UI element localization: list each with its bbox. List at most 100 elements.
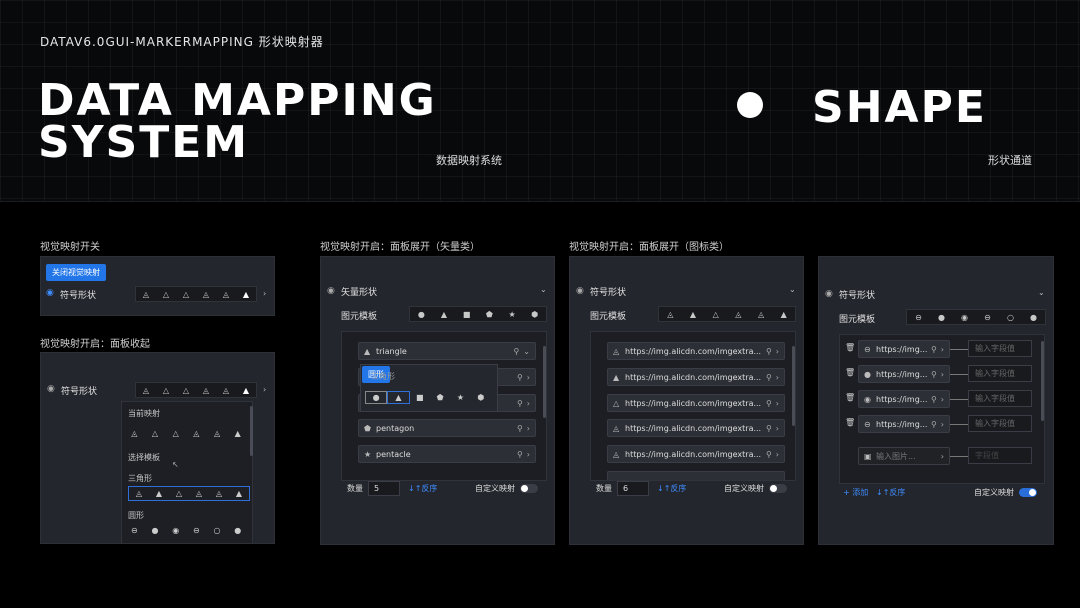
chevron-down-icon[interactable]: ⌄ xyxy=(540,285,547,294)
list-item[interactable]: ◬ https://img.alicdn.com/imgextra... ⚲ › xyxy=(607,419,785,437)
chevron-down-icon[interactable]: ⌄ xyxy=(789,285,796,294)
chevron-right-icon[interactable]: › xyxy=(776,424,779,433)
list-item[interactable]: ▲ https://img.alicdn.com/imgextra... ⚲ › xyxy=(607,368,785,386)
chevron-right-icon[interactable]: › xyxy=(527,424,530,433)
pin-icon[interactable]: ⚲ xyxy=(517,399,523,408)
pin-icon[interactable]: ⚲ xyxy=(766,373,772,382)
chevron-right-icon[interactable]: › xyxy=(527,450,530,459)
chevron-right-icon[interactable]: › xyxy=(941,452,944,461)
shape-0: ◬ xyxy=(142,385,150,395)
circle-icon[interactable]: ● xyxy=(365,391,388,404)
shape-strip[interactable]: ◬ △ △ ◬ ◬ ▲ xyxy=(135,286,257,302)
field-value-input[interactable]: 字段值 xyxy=(968,447,1032,464)
reverse-button[interactable]: ↓↑反序 xyxy=(657,483,686,494)
section-label-vector: 视觉映射开启：面板展开（矢量类） xyxy=(320,242,480,253)
chevron-right-icon[interactable]: › xyxy=(776,399,779,408)
eye-icon[interactable]: ◉ xyxy=(576,286,584,296)
circle-icon: ● xyxy=(417,309,425,319)
chevron-down-icon[interactable]: ⌄ xyxy=(1038,288,1045,297)
pin-icon[interactable]: ⚲ xyxy=(766,424,772,433)
chevron-right-icon[interactable]: › xyxy=(776,450,779,459)
chevron-right-icon[interactable]: › xyxy=(527,373,530,382)
custom-mapping-toggle[interactable] xyxy=(1019,488,1037,497)
custom-mapping-toggle[interactable] xyxy=(520,484,538,493)
trash-icon[interactable]: 🗑 xyxy=(845,368,855,377)
reverse-button[interactable]: ↓↑反序 xyxy=(408,483,437,494)
triangle-icon: ▲ xyxy=(364,346,371,356)
chevron-right-icon[interactable]: › xyxy=(527,399,530,408)
trash-icon[interactable]: 🗑 xyxy=(845,418,855,427)
scrollbar[interactable] xyxy=(792,346,795,426)
url-field[interactable]: ◉ https://img... ⚲ › xyxy=(858,390,950,408)
trash-icon[interactable]: 🗑 xyxy=(845,393,855,402)
list-item[interactable]: ◬ https://img.alicdn.com/imgextra... ⚲ › xyxy=(607,445,785,463)
hexagon-icon[interactable]: ⬢ xyxy=(471,393,491,402)
list-item[interactable]: ⬟ pentagon ⚲ › xyxy=(358,419,536,437)
eye-icon[interactable]: ◉ xyxy=(327,286,335,296)
url-field[interactable]: ⊖ https://img... ⚲ › xyxy=(858,415,950,433)
url-field[interactable]: ● https://img... ⚲ › xyxy=(858,365,950,383)
popup-icons[interactable]: ● ▲ ■ ⬟ ★ ⬢ xyxy=(365,391,491,404)
star-icon[interactable]: ★ xyxy=(450,393,470,402)
pin-icon[interactable]: ⚲ xyxy=(517,450,523,459)
shape-4: ◬ xyxy=(215,489,223,498)
square-icon[interactable]: ■ xyxy=(410,393,430,402)
list-item[interactable] xyxy=(607,471,785,480)
image-input[interactable]: ▣ 输入图片... › xyxy=(858,447,950,465)
trash-icon[interactable]: 🗑 xyxy=(845,343,855,352)
eye-icon[interactable]: ◉ xyxy=(46,288,54,298)
template-strip[interactable]: ● ▲ ■ ⬟ ★ ⬢ xyxy=(409,306,547,322)
field-value-input[interactable]: 输入字段值 xyxy=(968,390,1032,407)
mapping-list: ▲ triangle ⚲ ⌄ ⚲ › ⚲ › ⬟ pentagon ⚲ › ★ … xyxy=(341,331,547,481)
shape-strip[interactable]: ◬ △ △ ◬ ◬ ▲ xyxy=(135,382,257,398)
reverse-button[interactable]: ↓↑反序 xyxy=(876,487,905,498)
pin-icon[interactable]: ⚲ xyxy=(766,399,772,408)
pin-icon[interactable]: ⚲ xyxy=(766,450,772,459)
pin-icon[interactable]: ⚲ xyxy=(931,345,937,354)
circle-template-row[interactable]: ⊖ ● ◉ ⊖ ○ ● xyxy=(124,526,248,535)
triangle-icon[interactable]: ▲ xyxy=(387,391,410,404)
chevron-right-icon[interactable]: › xyxy=(776,347,779,356)
scrollbar[interactable] xyxy=(250,406,253,456)
chevron-right-icon[interactable]: › xyxy=(263,289,266,298)
list-item[interactable]: ▲ triangle ⚲ ⌄ xyxy=(358,342,536,360)
add-button[interactable]: + 添加 xyxy=(843,487,868,498)
pin-icon[interactable]: ⚲ xyxy=(931,420,937,429)
list-item[interactable]: ★ pentacle ⚲ › xyxy=(358,445,536,463)
chevron-right-icon[interactable]: › xyxy=(941,345,944,354)
count-input[interactable]: 6 xyxy=(617,481,649,496)
triangle-template-row[interactable]: ◬ ▲ △ ◬ ◬ ▲ xyxy=(128,486,250,501)
scrollbar[interactable] xyxy=(1041,341,1044,421)
pin-icon[interactable]: ⚲ xyxy=(931,395,937,404)
shape-3: ⊖ xyxy=(984,312,991,322)
pin-icon[interactable]: ⚲ xyxy=(517,424,523,433)
list-item[interactable]: △ https://img.alicdn.com/imgextra... ⚲ › xyxy=(607,394,785,412)
eye-icon[interactable]: ◉ xyxy=(47,384,55,394)
shape-1: ▲ xyxy=(689,309,697,319)
pin-icon[interactable]: ⚲ xyxy=(517,373,523,382)
eye-icon[interactable]: ◉ xyxy=(825,289,833,299)
chevron-right-icon[interactable]: › xyxy=(776,373,779,382)
pin-icon[interactable]: ⚲ xyxy=(931,370,937,379)
template-strip[interactable]: ⊖ ● ◉ ⊖ ○ ● xyxy=(906,309,1046,325)
pin-icon[interactable]: ⚲ xyxy=(513,347,519,356)
field-value-input[interactable]: 输入字段值 xyxy=(968,415,1032,432)
url-field[interactable]: ⊖ https://img... ⚲ › xyxy=(858,340,950,358)
chevron-down-icon[interactable]: ⌄ xyxy=(523,347,530,356)
chevron-right-icon[interactable]: › xyxy=(941,370,944,379)
pin-icon[interactable]: ⚲ xyxy=(766,347,772,356)
chevron-right-icon[interactable]: › xyxy=(263,385,266,394)
field-value-input[interactable]: 输入字段值 xyxy=(968,365,1032,382)
square-icon: ■ xyxy=(462,309,471,319)
custom-mapping-toggle[interactable] xyxy=(769,484,787,493)
field-value-input[interactable]: 输入字段值 xyxy=(968,340,1032,357)
template-strip[interactable]: ◬ ▲ △ ◬ ◬ ▲ xyxy=(658,306,796,322)
scrollbar[interactable] xyxy=(543,346,546,418)
template-dropdown: 当前映射 ◬ △ △ ◬ ◬ ▲ 选择模板 ↖ 三角形 ◬ ▲ △ ◬ ◬ ▲ … xyxy=(121,401,253,543)
count-input[interactable]: 5 xyxy=(368,481,400,496)
connector-line xyxy=(950,424,968,425)
pentagon-icon[interactable]: ⬟ xyxy=(430,393,450,402)
list-item[interactable]: ◬ https://img.alicdn.com/imgextra... ⚲ › xyxy=(607,342,785,360)
chevron-right-icon[interactable]: › xyxy=(941,420,944,429)
chevron-right-icon[interactable]: › xyxy=(941,395,944,404)
